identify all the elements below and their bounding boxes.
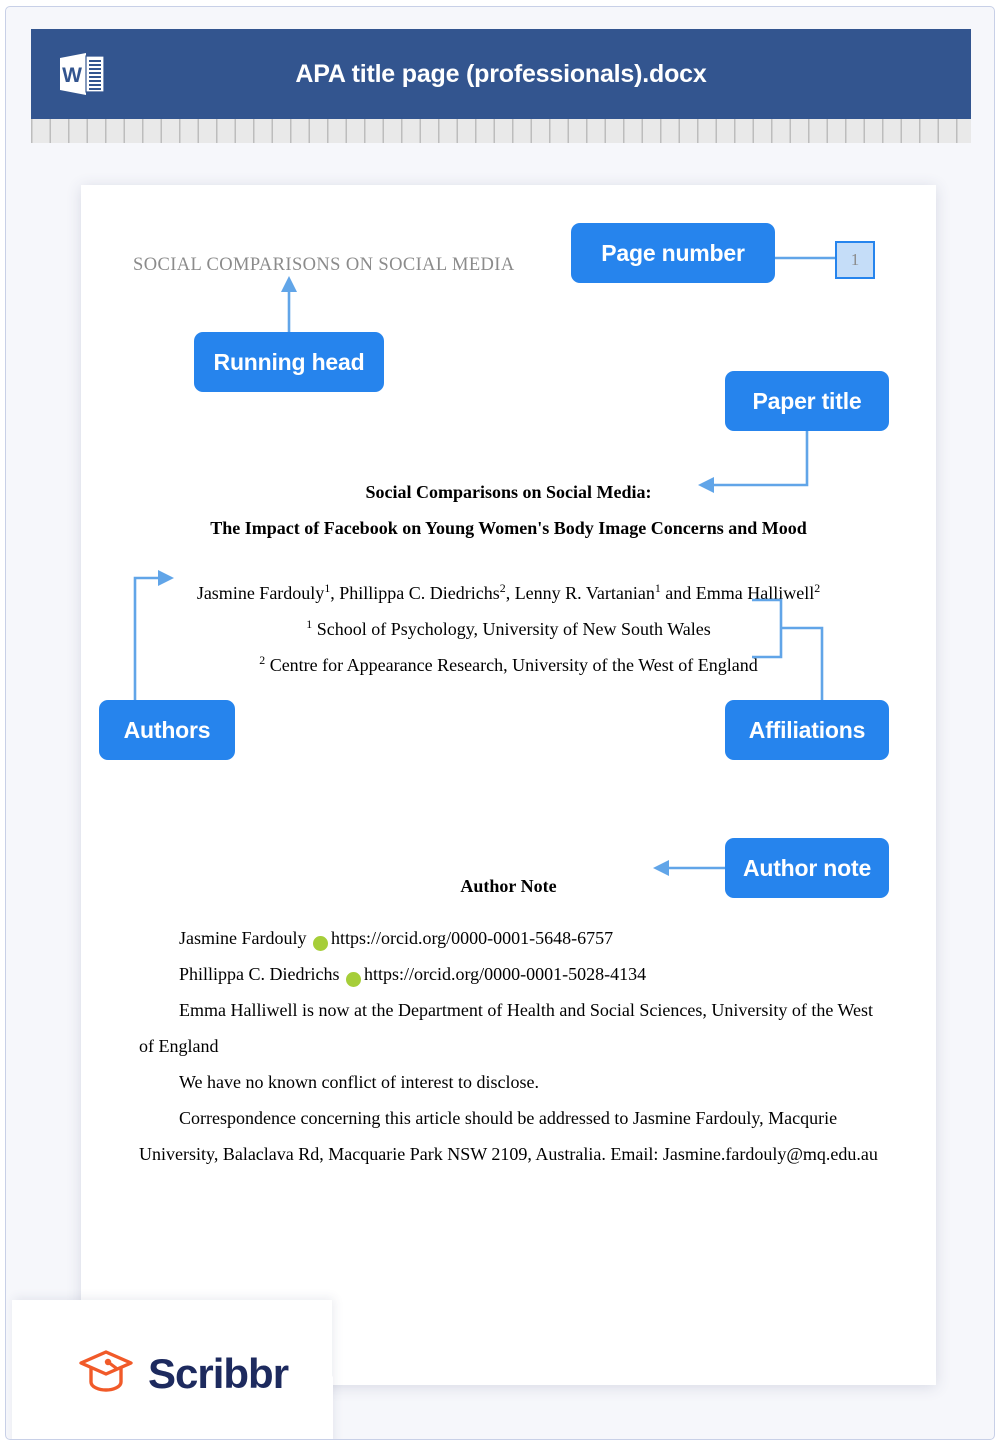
callout-authors[interactable]: Authors — [99, 700, 235, 760]
document-canvas: SOCIAL COMPARISONS ON SOCIAL MEDIA Socia… — [7, 143, 993, 1438]
scribbr-logo: Scribbr — [78, 1348, 289, 1399]
paper-title-line-1: Social Comparisons on Social Media: — [365, 482, 652, 502]
author-note-body: Jasmine Fardouly iDhttps://orcid.org/000… — [139, 920, 884, 1172]
author-note-paragraph: Correspondence concerning this article s… — [139, 1108, 878, 1164]
affiliation-marker: 2 — [259, 653, 266, 667]
orcid-entry: Phillippa C. Diedrichs iDhttps://orcid.o… — [139, 956, 884, 992]
word-document-icon: W — [56, 49, 108, 99]
callout-author-note[interactable]: Author note — [725, 838, 889, 898]
author-name: Jasmine Fardouly — [196, 583, 325, 603]
orcid-author-name: Jasmine Fardouly — [179, 928, 307, 948]
callout-running-head[interactable]: Running head — [194, 332, 384, 392]
document-ruler[interactable] — [31, 119, 971, 143]
svg-text:W: W — [62, 64, 82, 87]
orcid-entry: Jasmine Fardouly iDhttps://orcid.org/000… — [139, 920, 884, 956]
callout-paper-title[interactable]: Paper title — [725, 371, 889, 431]
affiliation-line-2: 2 Centre for Appearance Research, Univer… — [259, 653, 758, 675]
author-note-paragraph: Emma Halliwell is now at the Department … — [139, 1000, 874, 1056]
author-name: Emma Halliwell — [695, 583, 815, 603]
affiliation-marker: 1 — [306, 617, 313, 631]
page-number-value: 1 — [835, 241, 875, 279]
screenshot-root: W APA title page (professionals).docx SO… — [0, 0, 1002, 1447]
window-title-bar: W APA title page (professionals).docx — [31, 29, 971, 119]
author-affiliation-marker: 2 — [814, 581, 821, 595]
author-note-paragraph: We have no known conflict of interest to… — [179, 1072, 539, 1092]
window-title: APA title page (professionals).docx — [295, 59, 707, 88]
orcid-icon: iD — [346, 972, 395, 987]
graduation-cap-icon — [78, 1348, 134, 1399]
affiliation-line-1: 1 School of Psychology, University of Ne… — [306, 617, 711, 639]
author-name: Lenny R. Vartanian — [514, 583, 655, 603]
author-affiliation-marker: 1 — [654, 581, 661, 595]
running-head-text: SOCIAL COMPARISONS ON SOCIAL MEDIA — [133, 255, 515, 275]
paper-title-line-2: The Impact of Facebook on Young Women's … — [210, 518, 807, 538]
scribbr-logo-plate: Scribbr — [12, 1300, 332, 1439]
callout-page-number[interactable]: Page number — [571, 223, 775, 283]
orcid-icon: iD — [313, 936, 362, 951]
author-affiliation-marker: 1 — [324, 581, 331, 595]
ruler-ticks — [31, 119, 971, 143]
authors-line: Jasmine Fardouly1, Phillippa C. Diedrich… — [196, 581, 821, 603]
scribbr-wordmark: Scribbr — [148, 1349, 289, 1397]
author-name: Phillippa C. Diedrichs — [339, 583, 500, 603]
orcid-url[interactable]: https://orcid.org/0000-0001-5028-4134 — [364, 964, 646, 984]
orcid-url[interactable]: https://orcid.org/0000-0001-5648-6757 — [331, 928, 613, 948]
callout-affiliations[interactable]: Affiliations — [725, 700, 889, 760]
orcid-author-name: Phillippa C. Diedrichs — [179, 964, 340, 984]
author-affiliation-marker: 2 — [499, 581, 506, 595]
